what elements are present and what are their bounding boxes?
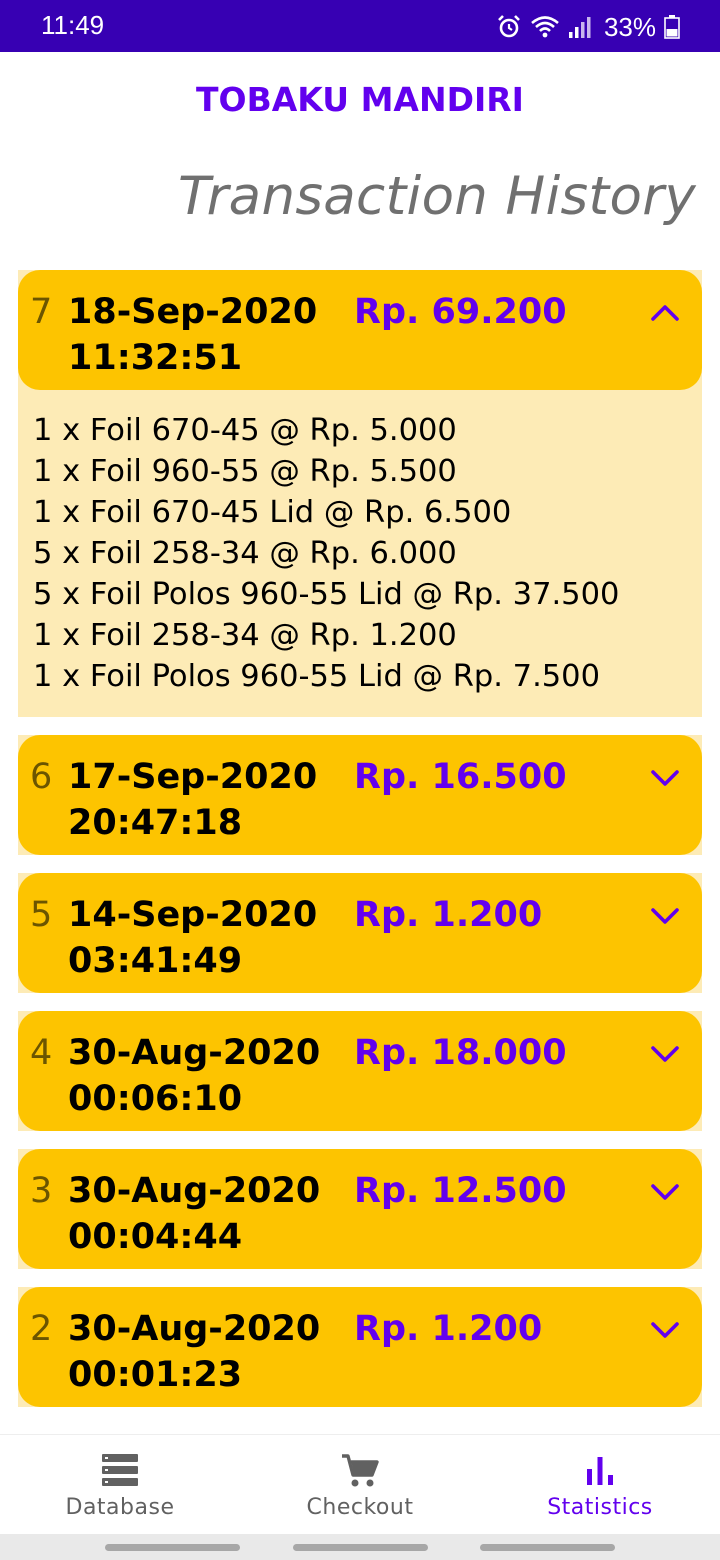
transaction-item: 5 14-Sep-2020 03:41:49 Rp. 1.200: [18, 873, 702, 993]
transaction-number: 3: [30, 1171, 53, 1211]
transaction-date: 30-Aug-2020: [68, 1309, 321, 1349]
nav-item-checkout[interactable]: Checkout: [240, 1435, 480, 1535]
transaction-time: 00:04:44: [68, 1217, 243, 1257]
gesture-navigation-bar: [0, 1534, 720, 1560]
transaction-number: 2: [30, 1309, 53, 1349]
transaction-item: 4 30-Aug-2020 00:06:10 Rp. 18.000: [18, 1011, 702, 1131]
transaction-item: 2 30-Aug-2020 00:01:23 Rp. 1.200: [18, 1287, 702, 1407]
gesture-home[interactable]: [293, 1544, 428, 1551]
transaction-line-item: 5 x Foil Polos 960-55 Lid @ Rp. 37.500: [33, 577, 620, 612]
signal-icon: [568, 14, 592, 40]
cart-icon: [341, 1453, 379, 1493]
transaction-item: 6 17-Sep-2020 20:47:18 Rp. 16.500: [18, 735, 702, 855]
transaction-time: 00:06:10: [68, 1079, 243, 1119]
transaction-number: 7: [30, 292, 53, 332]
nav-item-statistics[interactable]: Statistics: [480, 1435, 720, 1535]
status-time: 11:49: [41, 10, 105, 40]
transaction-item: 3 30-Aug-2020 00:04:44 Rp. 12.500: [18, 1149, 702, 1269]
wifi-icon: [530, 14, 560, 40]
database-icon: [101, 1453, 139, 1491]
status-icons: 33%: [496, 10, 680, 44]
transaction-item: 7 18-Sep-2020 11:32:51 Rp. 69.200 1 x Fo…: [18, 270, 702, 717]
nav-label: Checkout: [306, 1495, 414, 1520]
alarm-icon: [496, 14, 522, 40]
transaction-header[interactable]: 5 14-Sep-2020 03:41:49 Rp. 1.200: [18, 873, 702, 993]
transaction-header[interactable]: 3 30-Aug-2020 00:04:44 Rp. 12.500: [18, 1149, 702, 1269]
chevron-down-icon[interactable]: [650, 1039, 680, 1069]
transaction-line-item: 5 x Foil 258-34 @ Rp. 6.000: [33, 536, 457, 571]
nav-item-database[interactable]: Database: [0, 1435, 240, 1535]
chevron-down-icon[interactable]: [650, 901, 680, 931]
transaction-line-item: 1 x Foil Polos 960-55 Lid @ Rp. 7.500: [33, 659, 600, 694]
status-bar: 11:49 33%: [0, 0, 720, 52]
transaction-date: 18-Sep-2020: [68, 292, 318, 332]
chevron-up-icon[interactable]: [650, 298, 680, 328]
transaction-amount: Rp. 12.500: [354, 1171, 567, 1211]
transaction-number: 5: [30, 895, 53, 935]
transaction-amount: Rp. 1.200: [354, 1309, 543, 1349]
transaction-line-item: 1 x Foil 960-55 @ Rp. 5.500: [33, 454, 457, 489]
transaction-date: 30-Aug-2020: [68, 1171, 321, 1211]
app-title: TOBAKU MANDIRI: [196, 80, 524, 119]
transaction-date: 17-Sep-2020: [68, 757, 318, 797]
transaction-number: 6: [30, 757, 53, 797]
battery-icon: [664, 14, 680, 40]
transaction-amount: Rp. 16.500: [354, 757, 567, 797]
transaction-number: 4: [30, 1033, 53, 1073]
transaction-details: 1 x Foil 670-45 @ Rp. 5.000 1 x Foil 960…: [18, 390, 702, 717]
transaction-line-item: 1 x Foil 670-45 @ Rp. 5.000: [33, 413, 457, 448]
chevron-down-icon[interactable]: [650, 763, 680, 793]
transaction-amount: Rp. 69.200: [354, 292, 567, 332]
gesture-back[interactable]: [480, 1544, 615, 1551]
transaction-amount: Rp. 1.200: [354, 895, 543, 935]
chevron-down-icon[interactable]: [650, 1177, 680, 1207]
page-title: Transaction History: [178, 166, 696, 227]
transaction-time: 00:01:23: [68, 1355, 243, 1395]
transaction-time: 11:32:51: [68, 338, 243, 378]
transaction-header[interactable]: 7 18-Sep-2020 11:32:51 Rp. 69.200: [18, 270, 702, 390]
transaction-line-item: 1 x Foil 258-34 @ Rp. 1.200: [33, 618, 457, 653]
transaction-list: 7 18-Sep-2020 11:32:51 Rp. 69.200 1 x Fo…: [18, 270, 702, 1425]
transaction-header[interactable]: 4 30-Aug-2020 00:06:10 Rp. 18.000: [18, 1011, 702, 1131]
transaction-date: 30-Aug-2020: [68, 1033, 321, 1073]
transaction-amount: Rp. 18.000: [354, 1033, 567, 1073]
transaction-header[interactable]: 2 30-Aug-2020 00:01:23 Rp. 1.200: [18, 1287, 702, 1407]
bar-chart-icon: [585, 1453, 615, 1491]
nav-label: Statistics: [547, 1495, 653, 1520]
gesture-recents[interactable]: [105, 1544, 240, 1551]
transaction-time: 20:47:18: [68, 803, 243, 843]
transaction-date: 14-Sep-2020: [68, 895, 318, 935]
transaction-header[interactable]: 6 17-Sep-2020 20:47:18 Rp. 16.500: [18, 735, 702, 855]
transaction-line-item: 1 x Foil 670-45 Lid @ Rp. 6.500: [33, 495, 512, 530]
nav-label: Database: [65, 1495, 175, 1520]
bottom-navigation: Database Checkout Statistics: [0, 1434, 720, 1534]
chevron-down-icon[interactable]: [650, 1315, 680, 1345]
transaction-time: 03:41:49: [68, 941, 243, 981]
battery-percent: 33%: [603, 11, 656, 42]
